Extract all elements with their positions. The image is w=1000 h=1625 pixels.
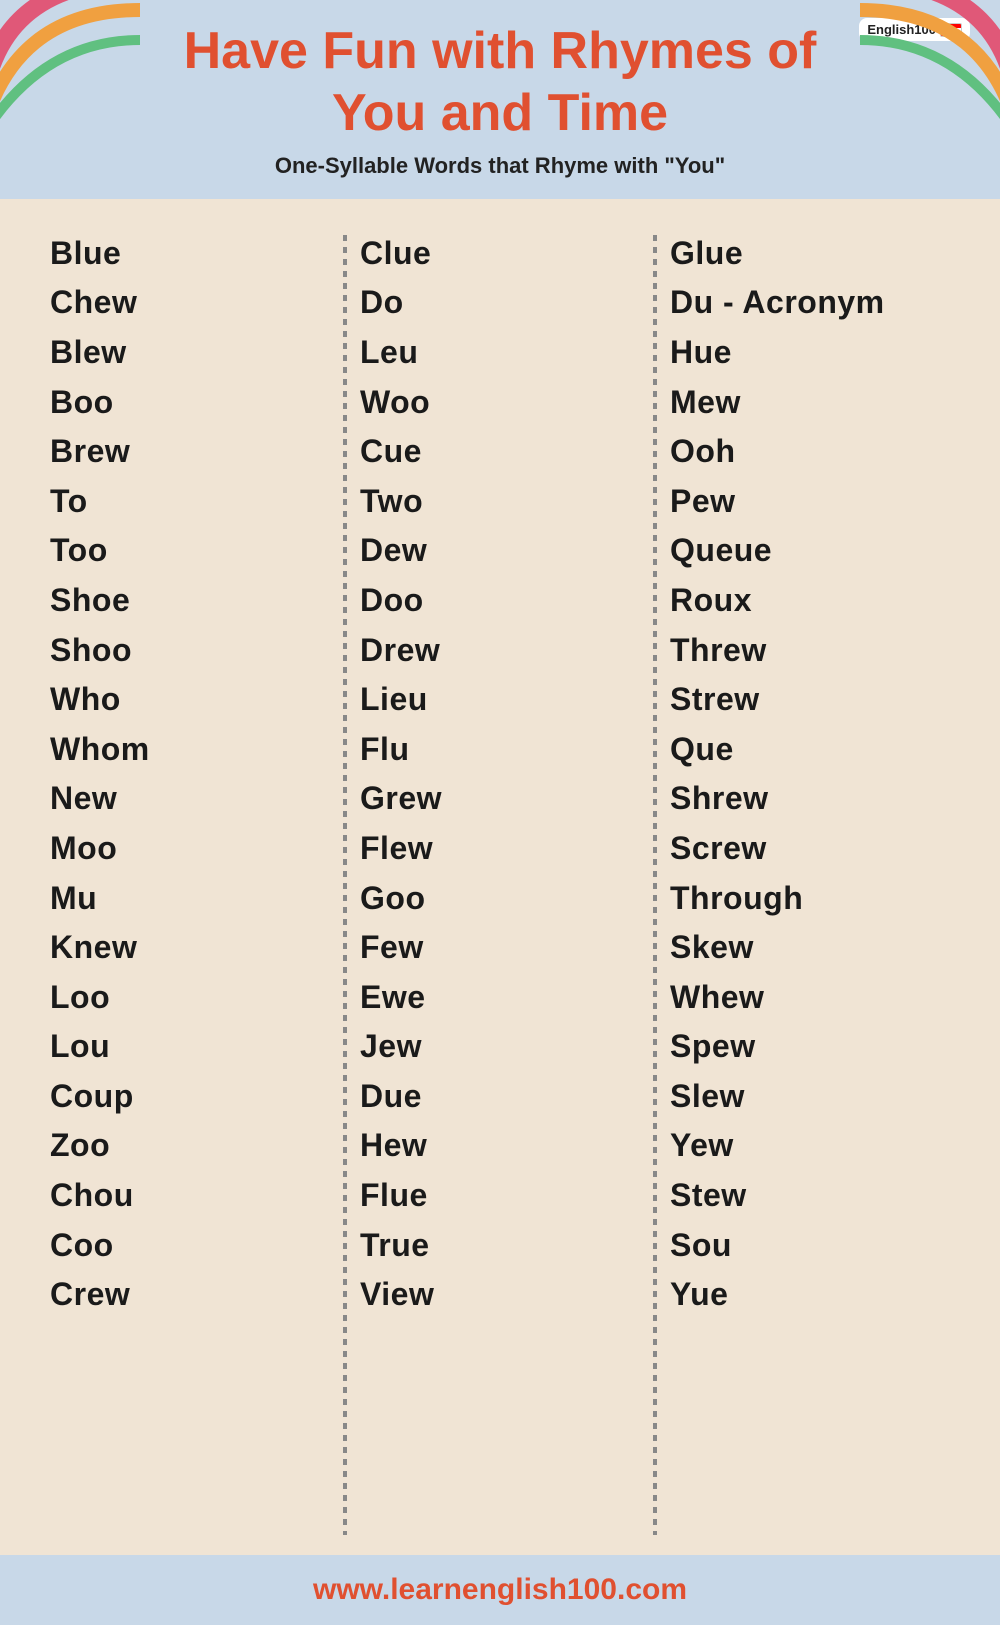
word-item: Flew [360,824,640,874]
word-item: Goo [360,874,640,924]
word-item: Boo [50,378,330,428]
word-item: Skew [670,923,950,973]
word-columns: BlueChewBlewBooBrewToTooShoeShooWhoWhomN… [50,229,950,1535]
word-item: Spew [670,1022,950,1072]
decoration-arc-tr [860,0,1000,140]
word-item: Due [360,1072,640,1122]
word-item: Slew [670,1072,950,1122]
title-line2: You and Time [332,84,668,142]
decoration-arc-tl [0,0,140,140]
word-item: Zoo [50,1121,330,1171]
word-item: Cue [360,427,640,477]
word-item: Yue [670,1270,950,1320]
word-item: Few [360,923,640,973]
word-item: Blew [50,328,330,378]
column-2: ClueDoLeuWooCueTwoDewDooDrewLieuFluGrewF… [360,229,640,1320]
word-item: Too [50,526,330,576]
word-item: Loo [50,973,330,1023]
word-item: Mew [670,378,950,428]
word-item: Moo [50,824,330,874]
word-item: Pew [670,477,950,527]
word-item: Strew [670,675,950,725]
word-item: Coo [50,1221,330,1271]
word-item: Glue [670,229,950,279]
word-item: Whew [670,973,950,1023]
subtitle: One-Syllable Words that Rhyme with "You" [40,153,960,179]
word-item: Lieu [360,675,640,725]
subtitle-text: One-Syllable Words that Rhyme with "You" [275,153,725,178]
word-item: Do [360,278,640,328]
content-area: BlueChewBlewBooBrewToTooShoeShooWhoWhomN… [0,199,1000,1555]
word-item: Two [360,477,640,527]
word-item: True [360,1221,640,1271]
word-item: Brew [50,427,330,477]
word-item: Shoe [50,576,330,626]
word-item: Threw [670,626,950,676]
word-item: Who [50,675,330,725]
footer-url: www.learnenglish100.com [313,1573,687,1606]
word-item: Queue [670,526,950,576]
word-item: Yew [670,1121,950,1171]
word-item: Hew [360,1121,640,1171]
word-item: To [50,477,330,527]
word-item: Roux [670,576,950,626]
word-item: Stew [670,1171,950,1221]
word-item: Mu [50,874,330,924]
word-item: Whom [50,725,330,775]
word-item: Hue [670,328,950,378]
word-item: Lou [50,1022,330,1072]
word-item: Screw [670,824,950,874]
title-line1: Have Fun with Rhymes of [184,22,817,80]
word-item: Flue [360,1171,640,1221]
word-item: Que [670,725,950,775]
word-item: Coup [50,1072,330,1122]
word-item: Knew [50,923,330,973]
word-item: Grew [360,774,640,824]
word-item: Leu [360,328,640,378]
word-item: Clue [360,229,640,279]
word-item: Shoo [50,626,330,676]
word-item: Chou [50,1171,330,1221]
page-wrapper: English100 Have Fun with Rhymes of You a… [0,0,1000,1625]
word-item: Chew [50,278,330,328]
word-item: Drew [360,626,640,676]
column-1: BlueChewBlewBooBrewToTooShoeShooWhoWhomN… [50,229,330,1320]
header-section: English100 Have Fun with Rhymes of You a… [0,0,1000,199]
main-title: Have Fun with Rhymes of You and Time [40,20,960,145]
word-item: Crew [50,1270,330,1320]
column-3: GlueDu - AcronymHueMewOohPewQueueRouxThr… [670,229,950,1320]
divider-2 [640,229,670,1535]
divider-1 [330,229,360,1535]
word-item: Ewe [360,973,640,1023]
word-item: New [50,774,330,824]
word-item: Dew [360,526,640,576]
word-item: Through [670,874,950,924]
word-item: View [360,1270,640,1320]
word-item: Jew [360,1022,640,1072]
word-item: Flu [360,725,640,775]
word-item: Shrew [670,774,950,824]
word-item: Sou [670,1221,950,1271]
word-item: Blue [50,229,330,279]
word-item: Doo [360,576,640,626]
footer: www.learnenglish100.com [0,1555,1000,1625]
word-item: Ooh [670,427,950,477]
word-item: Woo [360,378,640,428]
word-item: Du - Acronym [670,278,950,328]
